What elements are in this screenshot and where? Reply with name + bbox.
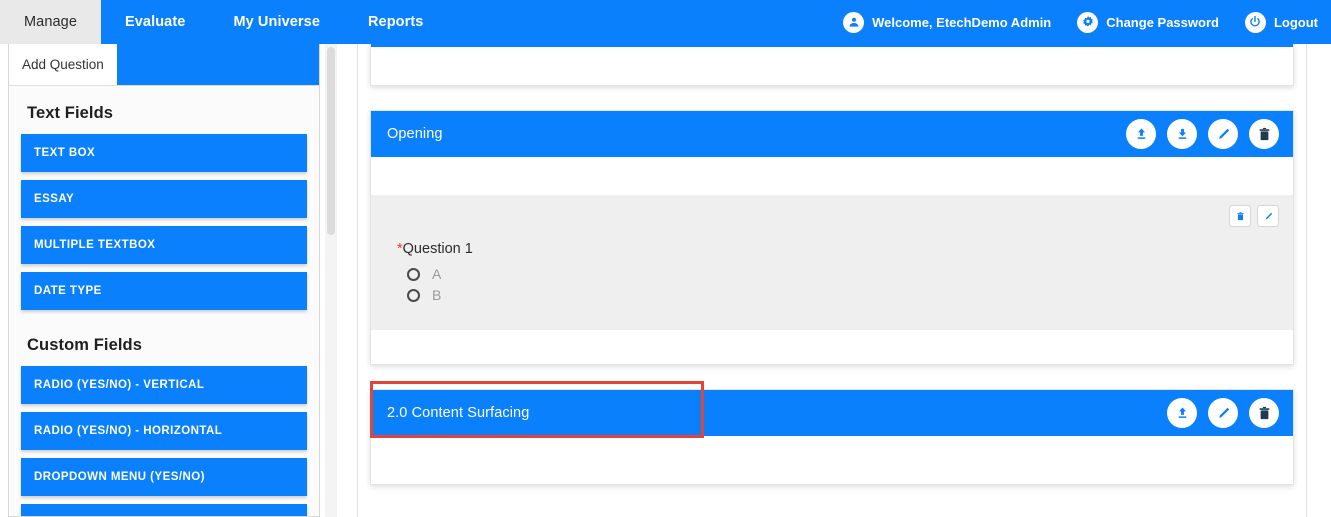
survey-sections-list: Opening *Question 1 A B 2.0 Content Surf… <box>358 44 1306 485</box>
logout-action[interactable]: Logout <box>1232 11 1331 33</box>
change-password-action[interactable]: Change Password <box>1064 11 1232 33</box>
question-edit-icon[interactable] <box>1257 205 1279 227</box>
option-a-label: A <box>432 266 442 282</box>
nav-tab-evaluate[interactable]: Evaluate <box>101 0 209 44</box>
question-1-text: Question 1 <box>402 241 473 257</box>
section-header-content-surfacing[interactable]: 2.0 Content Surfacing <box>371 390 1293 436</box>
survey-builder-main-panel: Opening *Question 1 A B 2.0 Content Surf… <box>357 44 1307 517</box>
field-button-radio-yesno-vertical[interactable]: RADIO (YES/NO) - VERTICAL <box>21 366 307 404</box>
welcome-user-action[interactable]: Welcome, EtechDemo Admin <box>830 11 1064 33</box>
power-icon <box>1244 11 1266 33</box>
nav-tab-manage[interactable]: Manage <box>0 0 101 44</box>
field-button-partial-1[interactable] <box>21 504 307 516</box>
sidebar-tab-add-question-label: Add Question <box>22 57 104 72</box>
section-actions-opening <box>1126 119 1279 149</box>
section-header-opening[interactable]: Opening <box>371 111 1293 157</box>
sidebar-body: Text Fields TEXT BOX ESSAY MULTIPLE TEXT… <box>9 86 319 516</box>
sidebar-group-heading-custom-fields: Custom Fields <box>27 336 142 354</box>
user-icon <box>843 11 865 33</box>
section-title-opening: Opening <box>387 126 443 142</box>
nav-tab-evaluate-label: Evaluate <box>125 14 186 30</box>
question-1-option-b[interactable]: B <box>385 287 1279 303</box>
primary-nav-tabs: Manage Evaluate My Universe Reports <box>0 0 447 44</box>
field-button-multiple-textbox[interactable]: MULTIPLE TEXTBOX <box>21 226 307 264</box>
question-block-1: *Question 1 A B <box>371 195 1293 330</box>
field-button-text-box[interactable]: TEXT BOX <box>21 134 307 172</box>
option-b-label: B <box>432 287 442 303</box>
question-tools-1 <box>385 205 1279 227</box>
add-question-sidebar: Add Question Text Fields TEXT BOX ESSAY … <box>8 44 320 517</box>
section-body-content-surfacing <box>371 436 1293 484</box>
nav-tab-my-universe-label: My Universe <box>233 14 320 30</box>
edit-icon[interactable] <box>1208 119 1238 149</box>
upload-icon[interactable] <box>1126 119 1156 149</box>
welcome-user-label: Welcome, EtechDemo Admin <box>872 14 1052 30</box>
field-button-date-type[interactable]: DATE TYPE <box>21 272 307 310</box>
radio-button-b[interactable] <box>407 288 420 302</box>
sidebar-scrollbar[interactable] <box>325 44 337 517</box>
section-footer-opening <box>371 330 1293 364</box>
upload-icon[interactable] <box>1167 398 1197 428</box>
section-body-partial <box>371 47 1293 85</box>
question-1-label: *Question 1 <box>385 241 1279 257</box>
delete-icon[interactable] <box>1249 119 1279 149</box>
sidebar-group-heading-text-fields: Text Fields <box>27 104 114 122</box>
gear-icon <box>1077 11 1099 33</box>
question-delete-icon[interactable] <box>1229 205 1251 227</box>
download-icon[interactable] <box>1167 119 1197 149</box>
radio-button-a[interactable] <box>407 267 420 281</box>
sidebar-tabbar-filler <box>116 44 319 85</box>
nav-tab-manage-label: Manage <box>24 14 77 30</box>
section-card-content-surfacing: 2.0 Content Surfacing <box>370 389 1294 485</box>
nav-right-actions: Welcome, EtechDemo Admin Change Password… <box>830 0 1331 44</box>
sidebar-tab-add-question[interactable]: Add Question <box>9 44 117 85</box>
delete-icon[interactable] <box>1249 398 1279 428</box>
nav-tab-reports-label: Reports <box>367 14 424 30</box>
section-spacer-opening <box>371 157 1293 195</box>
field-button-radio-yesno-horizontal[interactable]: RADIO (YES/NO) - HORIZONTAL <box>21 412 307 450</box>
question-1-option-a[interactable]: A <box>385 266 1279 282</box>
sidebar-scrollbar-thumb[interactable] <box>327 47 335 235</box>
section-card-opening: Opening *Question 1 A B <box>370 110 1294 365</box>
section-card-partial-above <box>370 44 1294 86</box>
change-password-label: Change Password <box>1106 14 1219 30</box>
field-button-dropdown-menu-yesno[interactable]: DROPDOWN MENU (YES/NO) <box>21 458 307 496</box>
edit-icon[interactable] <box>1208 398 1238 428</box>
sidebar-tabbar: Add Question <box>9 44 319 86</box>
nav-tab-reports[interactable]: Reports <box>344 0 448 44</box>
field-button-essay[interactable]: ESSAY <box>21 180 307 218</box>
section-title-content-surfacing: 2.0 Content Surfacing <box>387 405 530 421</box>
nav-tab-my-universe[interactable]: My Universe <box>209 0 344 44</box>
section-actions-content-surfacing <box>1167 398 1279 428</box>
logout-label: Logout <box>1273 14 1318 30</box>
top-navigation-bar: Manage Evaluate My Universe Reports Welc… <box>0 0 1331 44</box>
